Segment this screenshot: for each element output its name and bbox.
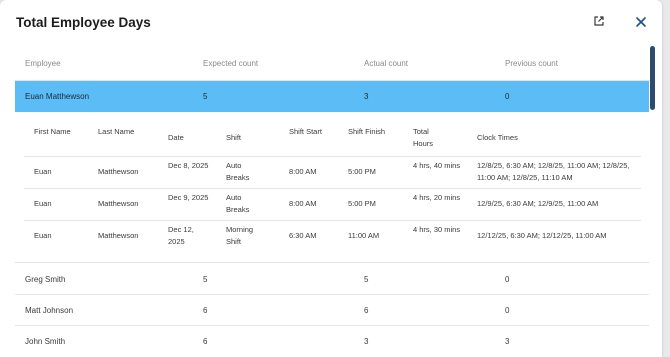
cell-previous: 3 [505, 337, 510, 346]
cell-expected: 5 [203, 275, 208, 284]
detail-header-first-name: First Name [34, 127, 71, 136]
detail-date: Dec 9, 2025 [168, 193, 209, 202]
total-employee-days-dialog: Total Employee Days Employee Expected co… [0, 0, 662, 357]
detail-header-last-name: Last Name [98, 127, 135, 136]
detail-clock-times: 12/8/25, 6:30 AM; 12/8/25, 11:00 AM; 12/… [477, 161, 630, 182]
column-header-previous-count[interactable]: Previous count [505, 59, 558, 68]
detail-clock-times: 12/12/25, 6:30 AM; 12/12/25, 11:00 AM [477, 231, 607, 240]
detail-header-clock-times: Clock Times [477, 133, 518, 142]
detail-shift-start: 6:30 AM [289, 231, 317, 240]
vertical-scrollbar[interactable] [650, 46, 655, 110]
cell-expected: 6 [203, 306, 208, 315]
detail-clock-times: 12/9/25, 6:30 AM; 12/9/25, 11:00 AM [477, 199, 599, 208]
cell-previous: 0 [505, 92, 510, 101]
cell-expected: 6 [203, 337, 208, 346]
detail-header-shift-finish: Shift Finish [348, 127, 386, 136]
detail-total-hours: 4 hrs, 20 mins [413, 193, 461, 202]
detail-shift-start: 8:00 AM [289, 199, 317, 208]
detail-first-name: Euan [34, 199, 52, 208]
external-link-icon[interactable] [593, 15, 609, 31]
detail-first-name: Euan [34, 167, 52, 176]
detail-shift-start: 8:00 AM [289, 167, 317, 176]
detail-first-name: Euan [34, 231, 52, 240]
dialog-title: Total Employee Days [16, 15, 151, 30]
cell-employee: Greg Smith [25, 275, 66, 284]
close-icon[interactable] [634, 15, 650, 31]
detail-row: Euan Matthewson Dec 12, 2025 Morning Shi… [24, 220, 641, 251]
detail-shift-finish: 5:00 PM [348, 167, 376, 176]
cell-employee: John Smith [25, 337, 66, 346]
table-row[interactable]: Greg Smith 5 5 0 [15, 264, 649, 295]
column-header-employee[interactable]: Employee [25, 59, 61, 68]
detail-header-total-hours: Total Hours [413, 127, 434, 148]
detail-last-name: Matthewson [98, 199, 139, 208]
cell-previous: 0 [505, 306, 510, 315]
cell-expected: 5 [203, 92, 208, 101]
detail-total-hours: 4 hrs, 30 mins [413, 225, 461, 234]
cell-actual: 3 [364, 337, 369, 346]
cell-employee: Matt Johnson [25, 306, 74, 315]
detail-header-shift: Shift [226, 133, 242, 142]
expanded-detail-table: First Name Last Name Date Shift Shift St… [15, 112, 649, 263]
cell-employee: Euan Matthewson [25, 92, 90, 101]
detail-header-date: Date [168, 133, 184, 142]
table-row[interactable]: John Smith 6 3 3 [15, 326, 649, 357]
cell-actual: 6 [364, 306, 369, 315]
cell-actual: 5 [364, 275, 369, 284]
column-header-actual-count[interactable]: Actual count [364, 59, 408, 68]
column-header-expected-count[interactable]: Expected count [203, 59, 258, 68]
detail-shift-finish: 5:00 PM [348, 199, 376, 208]
detail-row: Euan Matthewson Dec 8, 2025 Auto Breaks … [24, 156, 641, 187]
cell-actual: 3 [364, 92, 369, 101]
detail-shift: Auto Breaks [226, 193, 250, 214]
detail-total-hours: 4 hrs, 40 mins [413, 161, 461, 170]
cell-previous: 0 [505, 275, 510, 284]
detail-last-name: Matthewson [98, 231, 139, 240]
table-row-selected[interactable]: Euan Matthewson 5 3 0 [15, 81, 649, 112]
detail-shift: Auto Breaks [226, 161, 250, 182]
table-row[interactable]: Matt Johnson 6 6 0 [15, 295, 649, 326]
detail-row: Euan Matthewson Dec 9, 2025 Auto Breaks … [24, 188, 641, 219]
detail-shift: Morning Shift [226, 225, 254, 246]
detail-last-name: Matthewson [98, 167, 139, 176]
detail-shift-finish: 11:00 AM [348, 231, 380, 240]
detail-header-shift-start: Shift Start [289, 127, 322, 136]
detail-date: Dec 8, 2025 [168, 161, 209, 170]
detail-date: Dec 12, 2025 [168, 225, 194, 246]
